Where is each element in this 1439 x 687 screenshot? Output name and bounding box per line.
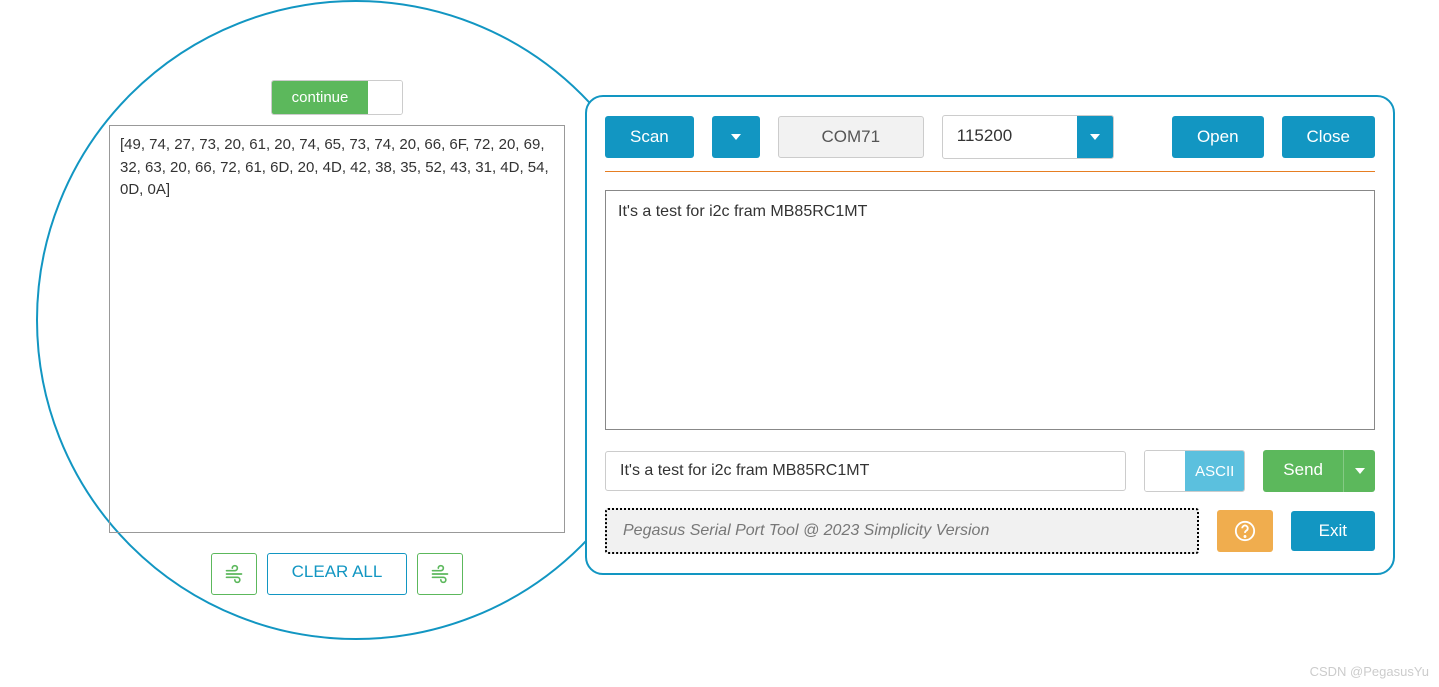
help-icon (1234, 520, 1256, 542)
toolbar: Scan COM71 115200 Open Close (605, 115, 1375, 159)
open-button[interactable]: Open (1172, 116, 1264, 158)
bottom-buttons: CLEAR ALL (109, 553, 565, 595)
continue-dropdown[interactable] (368, 81, 402, 114)
port-display: COM71 (778, 116, 924, 158)
send-label: Send (1263, 450, 1343, 492)
wind-left-icon[interactable] (211, 553, 257, 595)
mode-label: ASCII (1185, 451, 1244, 491)
port-dropdown-button[interactable] (712, 116, 760, 158)
wind-right-icon[interactable] (417, 553, 463, 595)
watermark: CSDN @PegasusYu (1310, 664, 1429, 679)
scan-button[interactable]: Scan (605, 116, 694, 158)
exit-button[interactable]: Exit (1291, 511, 1375, 551)
right-panel: Scan COM71 115200 Open Close It's a test… (585, 95, 1395, 575)
send-button[interactable]: Send (1263, 450, 1375, 492)
clear-all-button[interactable]: CLEAR ALL (267, 553, 408, 595)
terminal-output: It's a test for i2c fram MB85RC1MT (605, 190, 1375, 430)
baud-value: 115200 (943, 116, 1077, 158)
send-dropdown-icon[interactable] (1343, 450, 1375, 492)
input-row: It's a test for i2c fram MB85RC1MT ASCII… (605, 450, 1375, 492)
help-button[interactable] (1217, 510, 1273, 552)
hex-output-text: [49, 74, 27, 73, 20, 61, 20, 74, 65, 73,… (120, 136, 549, 198)
terminal-output-text: It's a test for i2c fram MB85RC1MT (618, 203, 867, 220)
divider (605, 171, 1375, 172)
continue-button[interactable]: continue (271, 80, 404, 115)
continue-label: continue (272, 81, 369, 114)
baud-select[interactable]: 115200 (942, 115, 1114, 159)
mode-toggle-blank (1145, 451, 1185, 491)
close-button[interactable]: Close (1282, 116, 1375, 158)
hex-output: [49, 74, 27, 73, 20, 61, 20, 74, 65, 73,… (109, 125, 565, 533)
left-panel: continue [49, 74, 27, 73, 20, 61, 20, 74… (109, 80, 565, 595)
footer-row: Pegasus Serial Port Tool @ 2023 Simplici… (605, 508, 1375, 554)
continue-row: continue (109, 80, 565, 115)
footer-text: Pegasus Serial Port Tool @ 2023 Simplici… (605, 508, 1199, 554)
baud-dropdown-icon[interactable] (1077, 116, 1113, 158)
mode-toggle[interactable]: ASCII (1144, 450, 1245, 492)
send-input[interactable]: It's a test for i2c fram MB85RC1MT (605, 451, 1126, 491)
